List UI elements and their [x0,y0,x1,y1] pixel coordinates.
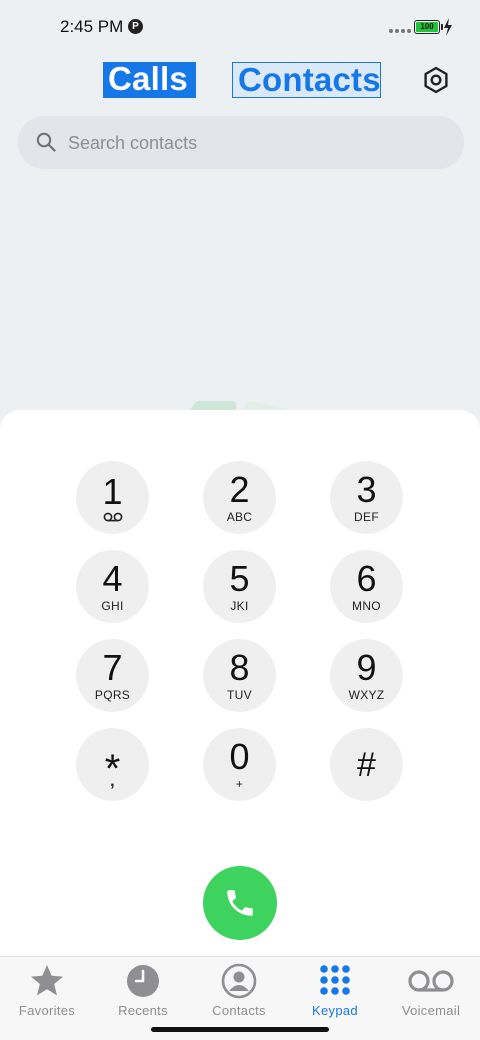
key-digit: 6 [356,557,377,599]
key-9[interactable]: 9 WXYZ [330,639,403,712]
voicemail-icon [103,512,122,521]
person-circle-icon [221,963,257,999]
tab-voicemail[interactable]: Voicemail [383,957,479,1021]
key-letters: JKI [230,598,249,613]
key-5[interactable]: 5 JKI [203,550,276,623]
key-letters: TUV [227,687,252,702]
status-time: 2:45 PM [60,17,124,36]
star-icon [31,965,63,996]
key-hash[interactable]: # [330,728,403,801]
key-digit: 7 [102,646,123,688]
notification-p-icon: P [128,19,143,34]
key-letters: + [235,776,244,791]
charging-bolt-icon [444,18,452,36]
key-1[interactable]: 1 [76,461,149,534]
tab-label: Recents [118,1003,168,1018]
clock-icon [127,965,159,997]
key-digit: 1 [102,470,123,512]
tab-label: Keypad [312,1003,358,1018]
tab-calls[interactable]: Calls [103,62,196,98]
key-7[interactable]: 7 PQRS [76,639,149,712]
key-letters: MNO [352,598,381,613]
key-2[interactable]: 2 ABC [203,461,276,534]
gear-icon[interactable] [421,65,451,95]
key-digit: 3 [356,468,377,510]
key-digit: 0 [229,735,250,777]
key-letters: , [110,772,115,790]
tab-contacts[interactable]: Contacts [232,62,381,98]
key-letters: WXYZ [348,687,385,702]
battery-level: 100 [416,22,438,32]
keypad-icon [320,965,350,995]
tab-label: Contacts [212,1003,266,1018]
key-digit: # [357,745,376,784]
key-6[interactable]: 6 MNO [330,550,403,623]
key-letters: PQRS [94,687,131,702]
tab-keypad[interactable]: Keypad [287,957,383,1021]
key-digit: 8 [229,646,250,688]
tab-recents[interactable]: Recents [95,957,191,1021]
home-indicator [151,1027,329,1032]
search-icon [36,132,56,152]
key-3[interactable]: 3 DEF [330,461,403,534]
status-bar: 2:45 PM P 100 [0,0,480,56]
key-0[interactable]: 0 + [203,728,276,801]
battery-icon: 100 [414,20,440,34]
tab-favorites[interactable]: Favorites [0,957,95,1021]
signal-dots-icon [389,29,411,33]
tab-label: Voicemail [401,1003,461,1018]
key-digit: 4 [102,557,123,599]
key-digit: 5 [229,557,250,599]
key-8[interactable]: 8 TUV [203,639,276,712]
search-input[interactable] [68,128,428,158]
voicemail-icon [408,970,454,992]
tab-contacts-bottom[interactable]: Contacts [191,957,287,1021]
key-4[interactable]: 4 GHI [76,550,149,623]
key-digit: 9 [356,646,377,688]
key-letters: GHI [101,598,124,613]
key-digit: 2 [229,468,250,510]
call-button[interactable] [203,866,277,940]
tab-label: Favorites [18,1003,76,1018]
key-letters: DEF [354,509,379,524]
key-star[interactable]: * , [76,728,149,801]
key-letters: ABC [226,509,253,524]
phone-icon [227,890,253,916]
